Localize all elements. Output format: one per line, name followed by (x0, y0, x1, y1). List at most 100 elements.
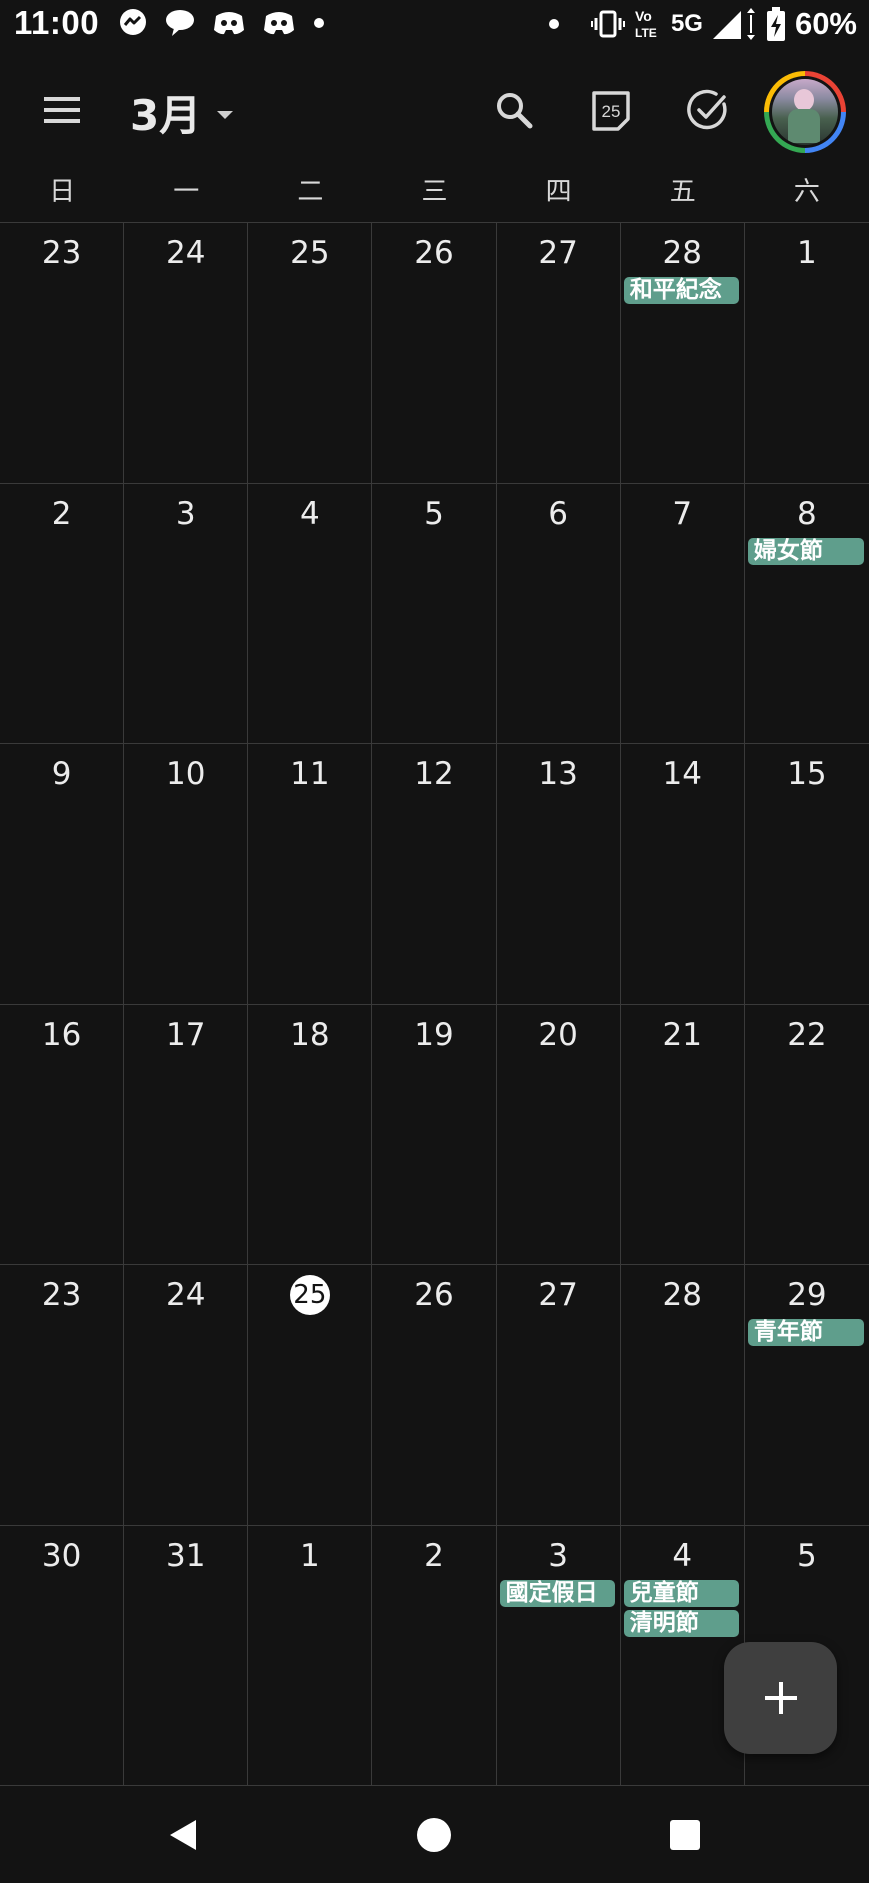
today-date-number: 25 (289, 1275, 330, 1315)
day-cell[interactable]: 13 (496, 744, 621, 1005)
svg-text:LTE: LTE (635, 26, 657, 40)
date-number: 3 (548, 1537, 568, 1574)
date-number: 5 (797, 1537, 817, 1574)
menu-icon[interactable] (40, 90, 86, 130)
day-cell[interactable]: 16 (0, 1004, 125, 1265)
date-number: 26 (414, 1277, 454, 1313)
day-cell[interactable]: 24 (124, 1265, 249, 1526)
day-cell[interactable]: 1 (248, 1525, 373, 1786)
day-cell[interactable]: 7 (620, 483, 745, 744)
event-list: 國定假日 (499, 1579, 615, 1607)
weekday-label: 二 (297, 177, 324, 207)
day-cell[interactable]: 30 (0, 1525, 125, 1786)
date-number: 25 (290, 235, 330, 271)
plus-icon (764, 1682, 797, 1714)
date-number: 2 (424, 1537, 444, 1574)
day-cell[interactable]: 17 (124, 1004, 249, 1265)
today-button[interactable]: 25 (581, 80, 641, 140)
day-cell[interactable]: 25 (248, 223, 373, 484)
date-number: 19 (414, 1016, 454, 1053)
day-cell[interactable]: 4 (248, 483, 373, 744)
day-cell[interactable]: 20 (496, 1004, 621, 1265)
day-cell[interactable]: 5 (372, 483, 497, 744)
day-cell[interactable]: 1 (744, 223, 869, 484)
back-icon (170, 1820, 196, 1850)
month-selector[interactable]: 3月 (130, 82, 234, 143)
day-cell[interactable]: 24 (124, 223, 249, 484)
day-cell[interactable]: 27 (496, 1265, 621, 1526)
day-cell[interactable]: 2 (0, 483, 125, 744)
avatar[interactable] (764, 71, 846, 153)
notification-icons (118, 8, 326, 38)
recents-button[interactable] (664, 1814, 706, 1856)
day-cell[interactable]: 28 和平紀念 (620, 223, 745, 484)
day-cell[interactable]: 12 (372, 744, 497, 1005)
event-chip[interactable]: 和平紀念 (623, 277, 739, 304)
month-title: 3月 (130, 91, 202, 140)
event-chip[interactable]: 青年節 (747, 1319, 864, 1346)
day-cell[interactable]: 27 (496, 223, 621, 484)
discord-icon (214, 12, 244, 35)
day-cell[interactable]: 3 國定假日 (496, 1525, 621, 1786)
date-number: 28 (662, 1277, 702, 1313)
day-cell[interactable]: 2 (372, 1525, 497, 1786)
date-number: 8 (797, 495, 817, 532)
event-chip[interactable]: 國定假日 (499, 1579, 615, 1607)
date-number: 14 (662, 756, 702, 792)
recents-icon (670, 1820, 700, 1850)
day-cell[interactable]: 8 婦女節 (744, 484, 869, 744)
dropdown-caret-icon (217, 110, 234, 119)
today-icon: 25 (592, 91, 630, 131)
day-cell[interactable]: 6 (496, 483, 621, 744)
day-cell[interactable]: 9 (0, 744, 125, 1005)
day-cell[interactable]: 11 (248, 744, 373, 1005)
volte-icon: Vo LTE (635, 8, 657, 40)
date-number: 23 (41, 235, 82, 271)
event-chip[interactable]: 兒童節 (623, 1579, 739, 1607)
date-number: 18 (290, 1016, 330, 1053)
create-event-button[interactable] (724, 1642, 837, 1754)
system-nav-bar (0, 1786, 869, 1883)
day-cell[interactable]: 31 (124, 1525, 249, 1786)
day-cell[interactable]: 25 (248, 1265, 373, 1526)
back-button[interactable] (163, 1814, 205, 1856)
event-chip[interactable]: 婦女節 (747, 537, 864, 565)
day-cell[interactable]: 23 (0, 1265, 125, 1526)
day-cell[interactable]: 23 (0, 223, 125, 484)
date-number: 27 (538, 1277, 578, 1313)
day-cell[interactable]: 26 (372, 223, 497, 484)
day-cell[interactable]: 3 (124, 483, 249, 744)
day-cell[interactable]: 28 (620, 1265, 745, 1526)
home-button[interactable] (413, 1814, 455, 1856)
month-grid: 23 24 25 26 27 28 和平紀念 1 2 3 4 5 6 7 8 婦女節 9 10 11 12 13 14 15… (0, 222, 869, 1786)
date-number: 7 (672, 495, 693, 532)
date-number: 10 (165, 756, 206, 792)
day-cell[interactable]: 29 青年節 (744, 1265, 869, 1526)
day-cell[interactable]: 10 (124, 744, 249, 1005)
date-number: 21 (662, 1016, 702, 1053)
event-list: 兒童節 清明節 (623, 1579, 739, 1637)
date-number: 16 (41, 1016, 82, 1053)
day-cell[interactable]: 18 (248, 1004, 373, 1265)
search-button[interactable] (484, 80, 544, 140)
day-cell[interactable]: 22 (744, 1005, 869, 1265)
app-bar: 3月 25 (0, 54, 869, 172)
event-chip[interactable]: 清明節 (623, 1609, 739, 1637)
day-cell[interactable]: 26 (372, 1265, 497, 1526)
search-icon (497, 93, 533, 129)
date-number: 15 (787, 756, 827, 792)
date-number: 4 (672, 1537, 693, 1574)
weekday-header: 日 一 二 三 四 五 六 (0, 172, 869, 224)
day-cell[interactable]: 14 (620, 744, 745, 1005)
date-number: 24 (165, 235, 206, 271)
date-number: 5 (424, 495, 444, 532)
tasks-button[interactable] (678, 80, 738, 140)
battery-charging-icon (766, 7, 785, 41)
day-cell[interactable]: 15 (744, 744, 869, 1005)
weekday-label: 三 (421, 177, 448, 207)
date-number: 11 (290, 756, 330, 792)
day-cell[interactable]: 19 (372, 1004, 497, 1265)
weekday-label: 六 (793, 177, 820, 207)
event-list: 和平紀念 (623, 277, 739, 304)
day-cell[interactable]: 21 (620, 1004, 745, 1265)
